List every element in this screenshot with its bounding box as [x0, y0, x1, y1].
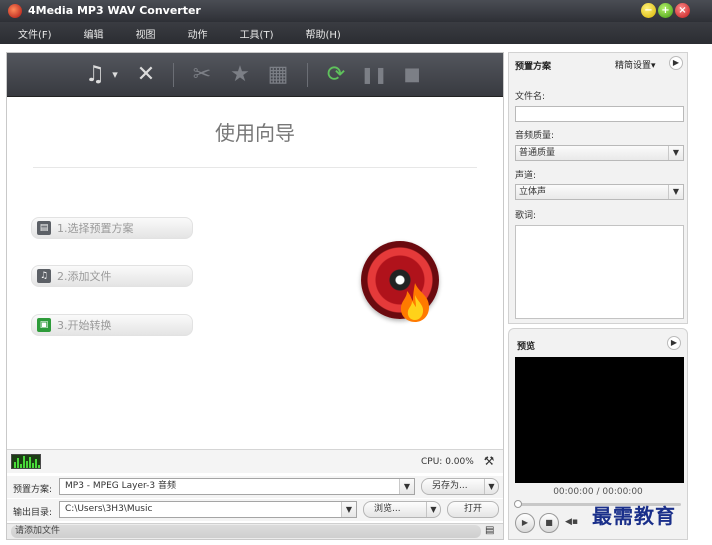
app-logo-icon: [8, 4, 22, 18]
panel-header: 预置方案 精简设置▾ ▶: [509, 53, 687, 75]
lyrics-textarea[interactable]: [515, 225, 684, 319]
refresh-convert-icon: ⟳: [326, 62, 346, 87]
stop-preview-button[interactable]: ■: [539, 513, 559, 533]
pause-button[interactable]: ❚❚: [359, 61, 389, 89]
maximize-button[interactable]: +: [658, 3, 673, 18]
remove-button[interactable]: ✕: [131, 61, 161, 89]
chevron-down-icon: ▼: [399, 479, 414, 494]
star-effects-icon: ★: [230, 62, 250, 87]
convert-button[interactable]: ⟳: [321, 61, 351, 89]
panel-title: 预置方案: [515, 62, 552, 72]
audio-quality-value: 普通质量: [519, 148, 556, 158]
chevron-down-icon: ▼: [668, 185, 683, 199]
playback-time: 00:00:00 / 00:00:00: [553, 487, 643, 497]
audio-quality-label: 音频质量:: [515, 131, 555, 141]
output-label: 输出目录:: [13, 508, 53, 518]
menu-view[interactable]: 视图: [136, 26, 156, 41]
open-button[interactable]: 打开: [447, 501, 499, 518]
toolbar-divider: [307, 63, 308, 87]
expand-arrow-icon[interactable]: ▶: [669, 56, 683, 70]
chevron-down-icon: ▼: [484, 479, 498, 494]
output-path-select[interactable]: C:\Users\3H3\Music ▼: [59, 501, 357, 518]
step-label: 3.开始转换: [57, 319, 112, 332]
browse-button[interactable]: 浏览... ▼: [363, 501, 441, 518]
preset-label: 预置方案:: [13, 485, 53, 495]
cpu-meter: [11, 454, 41, 469]
scissors-icon: ✂: [192, 62, 212, 87]
window-title: 4Media MP3 WAV Converter: [28, 4, 201, 17]
wizard-divider: [33, 167, 477, 168]
menu-bar: 文件(F) 编辑 视图 动作 工具(T) 帮助(H): [0, 22, 712, 44]
flame-icon: [400, 283, 429, 322]
chevron-down-icon: ▼: [426, 502, 440, 517]
title-bar: 4Media MP3 WAV Converter − + ×: [0, 0, 712, 22]
stop-button[interactable]: ■: [397, 61, 427, 89]
film-add-icon: ▦: [267, 62, 289, 87]
toolbar: ♫ ▾ ✕ ✂ ★ ▦ ⟳ ❚❚ ■: [7, 53, 503, 97]
chevron-down-icon: ▼: [341, 502, 356, 517]
preview-screen: [515, 357, 684, 483]
add-music-icon: ♫: [85, 62, 105, 87]
status-message: 请添加文件: [11, 525, 481, 538]
output-path-value: C:\Users\3H3\Music: [65, 504, 153, 514]
step-select-preset[interactable]: ▤ 1.选择预置方案: [31, 217, 193, 239]
preset-select[interactable]: MP3 - MPEG Layer-3 音频 ▼: [59, 478, 415, 495]
status-bar: CPU: 0.00% ⚒: [7, 449, 503, 473]
menu-action[interactable]: 动作: [188, 26, 208, 41]
preset-value: MP3 - MPEG Layer-3 音频: [65, 481, 176, 491]
play-icon: ▶: [521, 518, 529, 527]
menu-file[interactable]: 文件(F): [18, 26, 52, 41]
preset-icon: ▤: [37, 221, 51, 235]
menu-tools[interactable]: 工具(T): [240, 26, 274, 41]
expand-arrow-icon[interactable]: ▶: [667, 336, 681, 350]
channel-value: 立体声: [519, 187, 547, 197]
profile-settings-panel: 预置方案 精简设置▾ ▶ 文件名: 音频质量: 普通质量 ▼ 声道: 立体声 ▼…: [508, 52, 688, 324]
step-label: 2.添加文件: [57, 270, 112, 283]
effects-button[interactable]: ★: [225, 61, 255, 89]
clip-button[interactable]: ✂: [187, 61, 217, 89]
seek-handle[interactable]: [514, 500, 522, 508]
settings-wrench-icon[interactable]: ⚒: [481, 453, 497, 469]
add-file-dropdown[interactable]: ▾: [109, 61, 121, 89]
filename-input[interactable]: [515, 106, 684, 122]
step-add-file[interactable]: ♫ 2.添加文件: [31, 265, 193, 287]
main-panel: ♫ ▾ ✕ ✂ ★ ▦ ⟳ ❚❚ ■ 使用向导 ▤ 1.选择预置方案 ♫ 2.添…: [6, 52, 504, 540]
lyrics-label: 歌词:: [515, 211, 537, 221]
save-as-button[interactable]: 另存为... ▼: [421, 478, 499, 495]
message-bar: 请添加文件 ▤: [7, 523, 503, 539]
toolbar-divider: [173, 63, 174, 87]
play-button[interactable]: ▶: [515, 513, 535, 533]
add-segment-button[interactable]: ▦: [263, 61, 293, 89]
audio-quality-select[interactable]: 普通质量 ▼: [515, 145, 684, 161]
watermark-logo: 最需教育: [592, 504, 676, 528]
add-file-button[interactable]: ♫: [81, 61, 109, 89]
minimize-button[interactable]: −: [641, 3, 656, 18]
menu-edit[interactable]: 编辑: [84, 26, 104, 41]
convert-icon: ▣: [37, 318, 51, 332]
save-as-label: 另存为...: [432, 481, 468, 491]
stop-icon: ■: [545, 518, 553, 527]
filename-label: 文件名:: [515, 92, 546, 102]
browse-label: 浏览...: [374, 504, 401, 514]
menu-help[interactable]: 帮助(H): [305, 26, 340, 41]
channel-select[interactable]: 立体声 ▼: [515, 184, 684, 200]
remove-icon: ✕: [136, 62, 156, 87]
preset-row: 预置方案: MP3 - MPEG Layer-3 音频 ▼ 另存为... ▼: [7, 476, 503, 498]
output-row: 输出目录: C:\Users\3H3\Music ▼ 浏览... ▼ 打开: [7, 499, 503, 521]
music-file-icon: ♫: [37, 269, 51, 283]
preview-title: 预览: [517, 342, 536, 352]
wizard-title: 使用向导: [215, 121, 295, 145]
volume-icon[interactable]: ◀▪: [565, 517, 578, 527]
channel-label: 声道:: [515, 171, 537, 181]
step-label: 1.选择预置方案: [57, 222, 134, 235]
close-button[interactable]: ×: [675, 3, 690, 18]
step-start-convert[interactable]: ▣ 3.开始转换: [31, 314, 193, 336]
log-icon[interactable]: ▤: [485, 525, 494, 536]
pause-icon: ❚❚: [360, 65, 388, 84]
advanced-settings-toggle[interactable]: 精简设置▾: [615, 58, 656, 71]
cpu-usage: CPU: 0.00%: [421, 457, 474, 467]
chevron-down-icon: ▼: [668, 146, 683, 160]
stop-icon: ■: [403, 64, 421, 85]
